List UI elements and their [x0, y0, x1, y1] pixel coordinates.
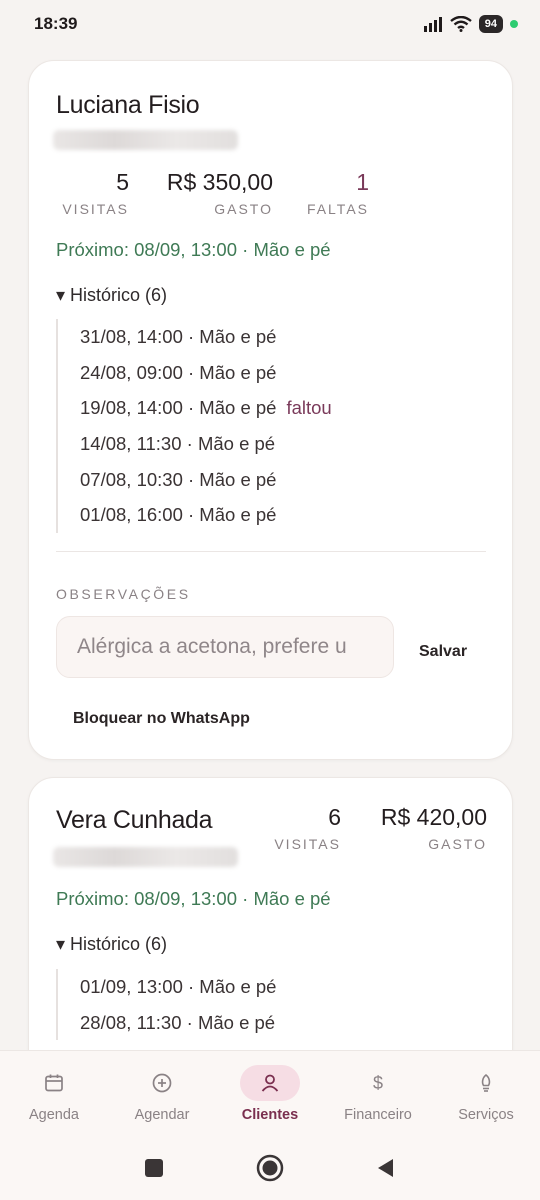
dollar-icon: $	[373, 1073, 383, 1093]
next-appointment: Próximo: 08/09, 13:00 · Mão e pé	[56, 888, 331, 909]
spent-label: GASTO	[214, 201, 273, 217]
next-appointment: Próximo: 08/09, 13:00 · Mão e pé	[56, 239, 331, 260]
spent-value: R$ 350,00	[166, 169, 273, 195]
status-bar: 18:39 94	[0, 0, 540, 48]
history-list: 01/09, 13:00 · Mão e pé 28/08, 11:30 · M…	[56, 969, 277, 1041]
notes-input[interactable]	[56, 616, 394, 678]
battery-indicator: 94	[478, 15, 503, 33]
redacted-phone	[53, 847, 238, 867]
history-item: 28/08, 11:30 · Mão e pé	[80, 1011, 276, 1033]
status-time: 18:39	[34, 14, 78, 33]
nav-label: Agenda	[29, 1107, 79, 1123]
history-item: 07/08, 10:30 · Mão e pé	[80, 468, 277, 490]
system-nav	[0, 1135, 540, 1200]
bulb-icon	[481, 1073, 491, 1092]
redacted-phone	[53, 130, 238, 150]
recent-apps-button[interactable]	[137, 1151, 171, 1185]
client-card: Vera Cunhada 6 VISITAS R$ 420,00 GASTO P…	[28, 777, 513, 1050]
absences-label: FALTAS	[306, 201, 369, 217]
nav-label: Agendar	[134, 1107, 190, 1123]
client-name: Vera Cunhada	[56, 806, 213, 834]
history-item: 01/09, 13:00 · Mão e pé	[80, 975, 277, 997]
history-item: 01/08, 16:00 · Mão e pé	[80, 504, 277, 526]
visits-value: 5	[116, 169, 129, 195]
person-icon	[261, 1074, 279, 1092]
signal-icon	[423, 17, 442, 32]
nav-label: Financeiro	[344, 1107, 412, 1123]
home-circle-icon	[256, 1154, 284, 1181]
visits-label: VISITAS	[274, 836, 341, 852]
history-toggle[interactable]: ▾ Histórico (6)	[56, 934, 167, 955]
visits-value: 6	[328, 804, 341, 830]
status-icons: 94	[423, 15, 518, 33]
bottom-nav: Agenda Agendar Clientes $ Financeiro Ser…	[0, 1050, 540, 1135]
nav-agendar[interactable]: Agendar	[108, 1051, 216, 1123]
calendar-icon	[45, 1074, 63, 1092]
history-list: 31/08, 14:00 · Mão e pé 24/08, 09:00 · M…	[56, 319, 332, 534]
plus-circle-icon	[152, 1073, 172, 1093]
spent-value: R$ 420,00	[380, 804, 487, 830]
history-item: 24/08, 09:00 · Mão e pé	[80, 361, 277, 383]
nav-servicos[interactable]: Serviços	[432, 1051, 540, 1123]
svg-text:$: $	[373, 1073, 383, 1093]
client-card: Luciana Fisio 5 VISITAS R$ 350,00 GASTO …	[28, 60, 513, 760]
nav-clientes[interactable]: Clientes	[216, 1051, 324, 1123]
history-item: 31/08, 14:00 · Mão e pé	[80, 325, 277, 347]
divider	[56, 551, 486, 552]
home-button[interactable]	[253, 1151, 287, 1185]
block-whatsapp-button[interactable]: Bloquear no WhatsApp	[59, 702, 264, 736]
nav-financeiro[interactable]: $ Financeiro	[324, 1051, 432, 1123]
client-list[interactable]: Luciana Fisio 5 VISITAS R$ 350,00 GASTO …	[0, 48, 540, 1050]
nav-agenda[interactable]: Agenda	[0, 1051, 108, 1123]
nav-label: Clientes	[241, 1107, 299, 1123]
history-toggle[interactable]: ▾ Histórico (6)	[56, 285, 167, 306]
back-triangle-icon	[378, 1158, 393, 1177]
square-icon	[145, 1158, 163, 1177]
client-name: Luciana Fisio	[56, 91, 200, 119]
back-button[interactable]	[369, 1151, 403, 1185]
nav-label: Serviços	[458, 1107, 514, 1123]
wifi-icon	[450, 16, 472, 32]
notes-label: OBSERVAÇÕES	[56, 586, 191, 602]
spent-label: GASTO	[428, 836, 487, 852]
visits-label: VISITAS	[62, 201, 129, 217]
missed-tag: faltou	[286, 397, 332, 419]
absences-value: 1	[356, 169, 369, 195]
privacy-dot-icon	[510, 20, 518, 28]
save-button[interactable]: Salvar	[405, 635, 481, 669]
history-item: 14/08, 11:30 · Mão e pé	[80, 432, 276, 454]
history-item: 19/08, 14:00 · Mão e pé faltou	[80, 397, 332, 419]
